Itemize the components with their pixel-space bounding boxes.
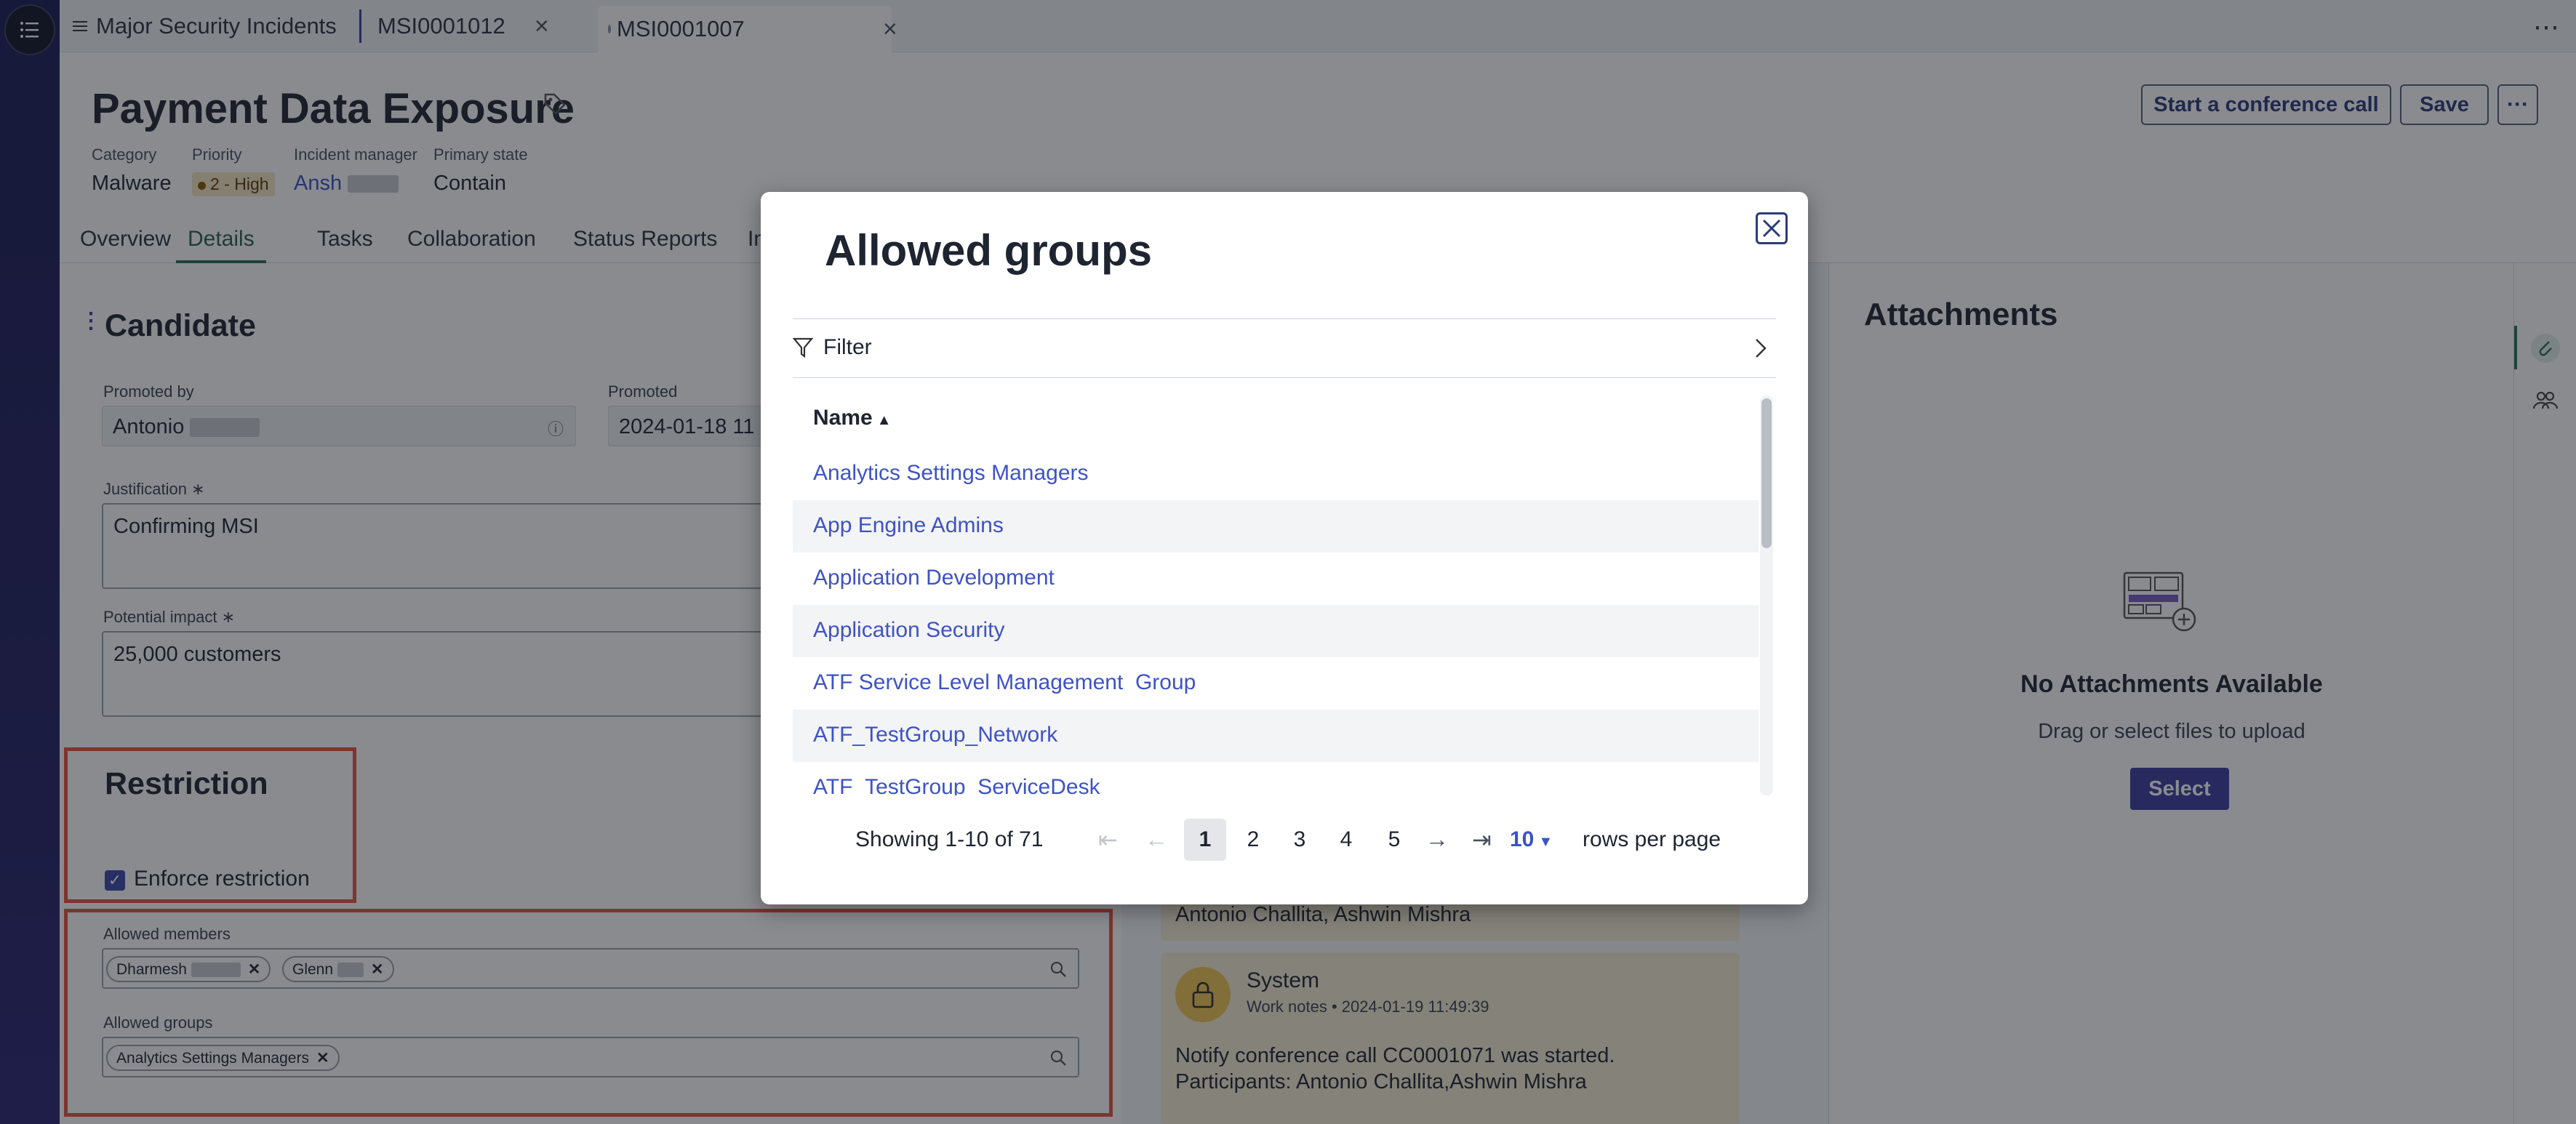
previous-page-icon[interactable]: ← [1145, 826, 1168, 853]
filter-bar[interactable]: Filter [793, 318, 1776, 378]
page-button-5[interactable]: 5 [1373, 819, 1415, 861]
sort-ascending-icon: ▲ [876, 412, 892, 428]
group-link[interactable]: ATF_TestGroup_Network [813, 723, 1057, 747]
rows-per-page-label: rows per page [1583, 827, 1721, 851]
chevron-right-icon [1756, 339, 1767, 358]
chevron-down-icon: ▼ [1538, 834, 1553, 850]
group-link[interactable]: Application Security [813, 618, 1004, 643]
table-row[interactable]: Analytics Settings Managers [793, 448, 1759, 500]
group-link[interactable]: App Engine Admins [813, 513, 1004, 538]
filter-icon [793, 337, 813, 358]
groups-table: Name ▲ Analytics Settings Managers App En… [793, 396, 1776, 795]
column-header-name[interactable]: Name ▲ [813, 406, 892, 430]
next-page-icon[interactable]: → [1425, 826, 1449, 853]
table-row[interactable]: App Engine Admins [793, 500, 1759, 553]
table-row[interactable]: ATF Service Level Management Group [793, 657, 1759, 710]
table-row[interactable]: Application Development [793, 553, 1759, 605]
table-row[interactable]: Application Security [793, 605, 1759, 657]
last-page-icon[interactable]: ⇥ [1472, 826, 1492, 854]
close-modal-button[interactable] [1756, 212, 1788, 244]
showing-count: Showing 1-10 of 71 [855, 827, 1044, 851]
page-button-3[interactable]: 3 [1279, 819, 1321, 861]
table-row[interactable]: ATF_TestGroup_Network [793, 710, 1759, 762]
scrollbar-thumb[interactable] [1761, 398, 1772, 548]
page-button-2[interactable]: 2 [1232, 819, 1274, 861]
table-scrollbar[interactable] [1760, 396, 1773, 795]
filter-label: Filter [823, 335, 872, 359]
group-link[interactable]: ATF_TestGroup_ServiceDesk [813, 775, 1100, 795]
table-row[interactable]: ATF_TestGroup_ServiceDesk [793, 762, 1759, 795]
modal-title: Allowed groups [825, 226, 1152, 275]
rows-per-page-select[interactable]: 10 ▼ [1510, 827, 1553, 852]
pagination: Showing 1-10 of 71 ⇤ ← 1 2 3 4 5 → ⇥ 10 ▼… [855, 819, 1728, 862]
first-page-icon[interactable]: ⇤ [1098, 826, 1118, 854]
page-button-4[interactable]: 4 [1325, 819, 1367, 861]
group-link[interactable]: Application Development [813, 566, 1055, 590]
group-link[interactable]: Analytics Settings Managers [813, 461, 1089, 486]
allowed-groups-modal: Allowed groups Filter Name ▲ Analytics Se… [761, 192, 1808, 904]
group-link[interactable]: ATF Service Level Management Group [813, 670, 1196, 695]
close-icon [1762, 219, 1781, 238]
page-button-1[interactable]: 1 [1184, 819, 1226, 861]
